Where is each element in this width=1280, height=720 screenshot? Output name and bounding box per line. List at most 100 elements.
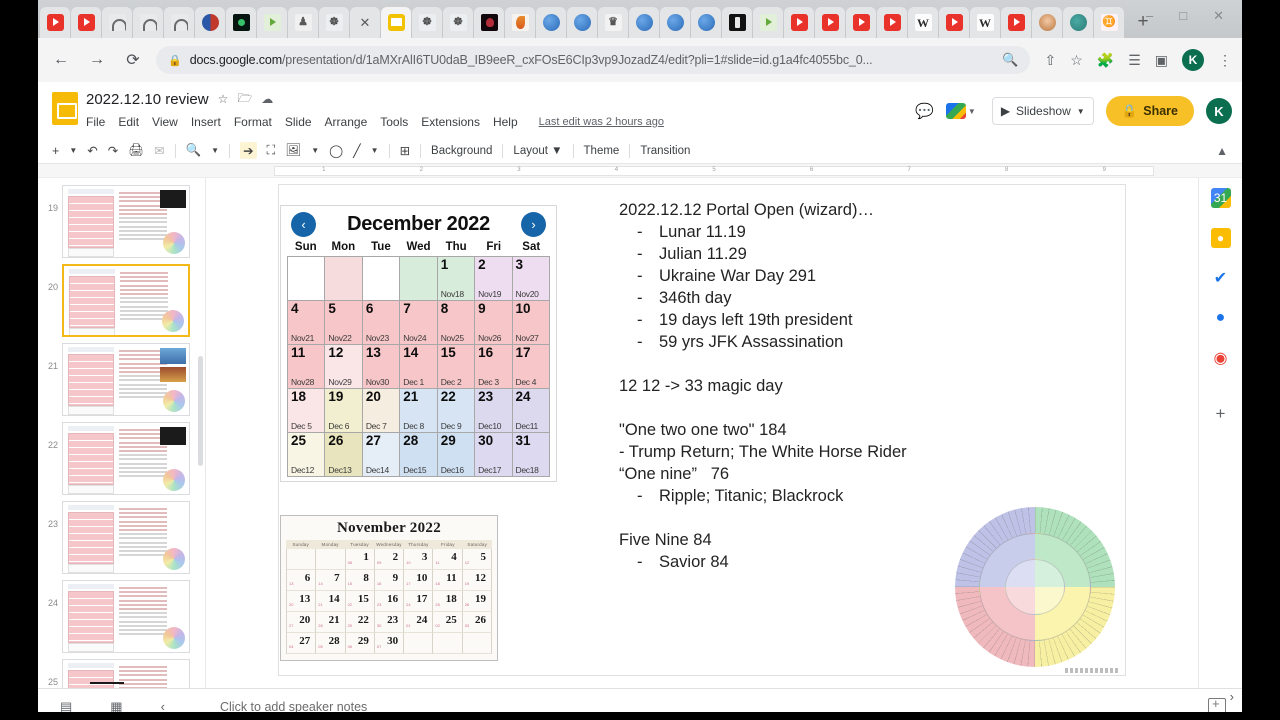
browser-tab[interactable] xyxy=(381,7,411,38)
filmstrip-slide[interactable]: 23 xyxy=(38,498,205,577)
browser-tab[interactable]: ♊ xyxy=(1094,7,1124,38)
calendar-day-cell[interactable]: 18 Dec 5 xyxy=(288,389,326,433)
calendar-day-cell[interactable]: 23 Dec10 xyxy=(475,389,513,433)
paint-format-icon[interactable]: ✉ xyxy=(154,143,164,158)
menu-tools[interactable]: Tools xyxy=(380,115,408,129)
calendar-day-cell[interactable]: 28 Dec15 xyxy=(400,433,438,477)
google-contacts-icon[interactable]: ● xyxy=(1210,308,1231,328)
calendar-day-cell[interactable]: 4 Nov21 xyxy=(288,301,326,345)
browser-tab[interactable]: W xyxy=(970,7,1000,38)
reading-list-icon[interactable]: ☰ xyxy=(1128,52,1141,69)
slide-thumbnail[interactable] xyxy=(62,501,190,574)
cloud-status-icon[interactable]: ☁ xyxy=(261,92,273,106)
slide-thumbnail[interactable] xyxy=(62,185,190,258)
menu-extensions[interactable]: Extensions xyxy=(421,115,480,129)
calendar-day-cell[interactable]: 7 Nov24 xyxy=(400,301,438,345)
calendar-day-cell[interactable]: 25 Dec12 xyxy=(288,433,326,477)
calendar-day-cell[interactable]: 22 Dec 9 xyxy=(437,389,476,433)
shape-icon[interactable]: ◯ xyxy=(329,143,343,158)
calendar-day-cell[interactable]: 6 Nov23 xyxy=(362,301,401,345)
calendar-day-cell[interactable]: 30 Dec17 xyxy=(475,433,513,477)
calendar-day-cell[interactable] xyxy=(288,257,326,301)
browser-tab[interactable] xyxy=(660,7,690,38)
browser-tab[interactable] xyxy=(133,7,163,38)
menu-file[interactable]: File xyxy=(86,115,105,129)
url-bar[interactable]: 🔒 docs.google.com/presentation/d/1aMXrAl… xyxy=(156,46,1031,74)
menu-arrange[interactable]: Arrange xyxy=(325,115,368,129)
menu-format[interactable]: Format xyxy=(234,115,272,129)
bookmark-star-icon[interactable]: ☆ xyxy=(1070,52,1083,69)
meet-button[interactable]: ▼ xyxy=(945,100,980,122)
transition-button[interactable]: Transition xyxy=(640,145,690,157)
filmstrip-slide[interactable]: 20 xyxy=(38,261,205,340)
image-dropdown-icon[interactable]: ▼ xyxy=(311,146,319,155)
zoom-icon[interactable]: 🔍 xyxy=(186,143,202,158)
browser-tab[interactable]: ♟ xyxy=(288,7,318,38)
share-icon[interactable]: ⇧ xyxy=(1044,52,1056,69)
calendar-day-cell[interactable]: 13 Nov30 xyxy=(362,345,401,389)
browser-tab[interactable] xyxy=(877,7,907,38)
filmstrip-slide[interactable]: 22 xyxy=(38,419,205,498)
slide-thumbnail[interactable] xyxy=(62,422,190,495)
search-icon[interactable]: 🔍 xyxy=(1002,52,1018,68)
browser-tab[interactable] xyxy=(722,7,752,38)
calendar-day-cell[interactable]: 10 Nov27 xyxy=(512,301,550,345)
menu-insert[interactable]: Insert xyxy=(191,115,221,129)
calendar-day-cell[interactable]: 3 Nov20 xyxy=(512,257,550,301)
grid-view-icon[interactable]: ▦ xyxy=(110,699,122,713)
calendar-day-cell[interactable]: 15 Dec 2 xyxy=(437,345,476,389)
browser-tab[interactable] xyxy=(691,7,721,38)
google-maps-icon[interactable]: ◉ xyxy=(1210,348,1231,368)
collapse-toolbar-icon[interactable]: ▲ xyxy=(1216,144,1228,158)
browser-tab[interactable] xyxy=(567,7,597,38)
filmstrip-slide[interactable]: 19 xyxy=(38,182,205,261)
chevron-down-icon[interactable]: ▼ xyxy=(1077,107,1085,116)
calendar-day-cell[interactable] xyxy=(325,257,363,301)
google-tasks-icon[interactable]: ✔ xyxy=(1210,268,1231,288)
browser-tab[interactable] xyxy=(1032,7,1062,38)
add-comment-icon[interactable]: ⊞ xyxy=(400,143,410,158)
line-dropdown-icon[interactable]: ▼ xyxy=(371,146,379,155)
textbox-icon[interactable]: ⛶ xyxy=(267,143,276,158)
calendar-day-cell[interactable]: 9 Nov26 xyxy=(475,301,513,345)
slide-thumbnail[interactable] xyxy=(62,659,190,688)
november-calendar-image[interactable]: November 2022 Sunday Monday Tuesday Wednesd… xyxy=(280,515,498,661)
browser-menu-icon[interactable]: ⋮ xyxy=(1218,52,1232,69)
image-icon[interactable]: 🖼 xyxy=(285,143,301,158)
calendar-day-cell[interactable]: 21 Dec 8 xyxy=(400,389,438,433)
print-icon[interactable]: 🖨 xyxy=(128,143,144,158)
reload-button[interactable]: ⟳ xyxy=(120,47,146,73)
browser-tab[interactable] xyxy=(195,7,225,38)
redo-icon[interactable]: ↷ xyxy=(108,143,118,158)
line-icon[interactable]: ╱ xyxy=(353,143,361,158)
browser-tab[interactable] xyxy=(753,7,783,38)
browser-tab[interactable] xyxy=(784,7,814,38)
calendar-day-cell[interactable]: 16 Dec 3 xyxy=(475,345,513,389)
maximize-icon[interactable]: □ xyxy=(1179,9,1187,22)
select-tool-icon[interactable]: ➔ xyxy=(240,142,257,159)
slideshow-button[interactable]: ▶ Slideshow ▼ xyxy=(991,97,1094,125)
document-title[interactable]: 2022.12.10 review xyxy=(86,91,209,108)
filmstrip-view-icon[interactable]: ▤ xyxy=(60,699,72,713)
slide-thumbnail[interactable] xyxy=(62,264,190,337)
prev-month-button[interactable]: ‹ xyxy=(291,212,316,237)
menu-edit[interactable]: Edit xyxy=(118,115,139,129)
menu-view[interactable]: View xyxy=(152,115,178,129)
browser-tab[interactable] xyxy=(846,7,876,38)
slide-thumbnail[interactable] xyxy=(62,343,190,416)
menu-help[interactable]: Help xyxy=(493,115,518,129)
browser-tab[interactable] xyxy=(629,7,659,38)
calendar-day-cell[interactable] xyxy=(400,257,438,301)
filmstrip-slide[interactable]: 21 xyxy=(38,340,205,419)
last-edit-status[interactable]: Last edit was 2 hours ago xyxy=(539,116,664,128)
browser-tab[interactable]: ♛ xyxy=(598,7,628,38)
layout-button[interactable]: Layout ▼ xyxy=(513,145,562,157)
current-slide[interactable]: ‹ December 2022 › Sun Mon Tue Wed Thu Fri Sat … xyxy=(278,184,1126,676)
expand-notes-icon[interactable] xyxy=(1208,696,1226,712)
calendar-day-cell[interactable]: 2 Nov19 xyxy=(475,257,513,301)
calendar-day-cell[interactable] xyxy=(362,257,401,301)
calendar-day-cell[interactable]: 8 Nov25 xyxy=(437,301,476,345)
menu-slide[interactable]: Slide xyxy=(285,115,312,129)
calendar-day-cell[interactable]: 11 Nov28 xyxy=(288,345,326,389)
filmstrip-slide[interactable]: 24 xyxy=(38,577,205,656)
